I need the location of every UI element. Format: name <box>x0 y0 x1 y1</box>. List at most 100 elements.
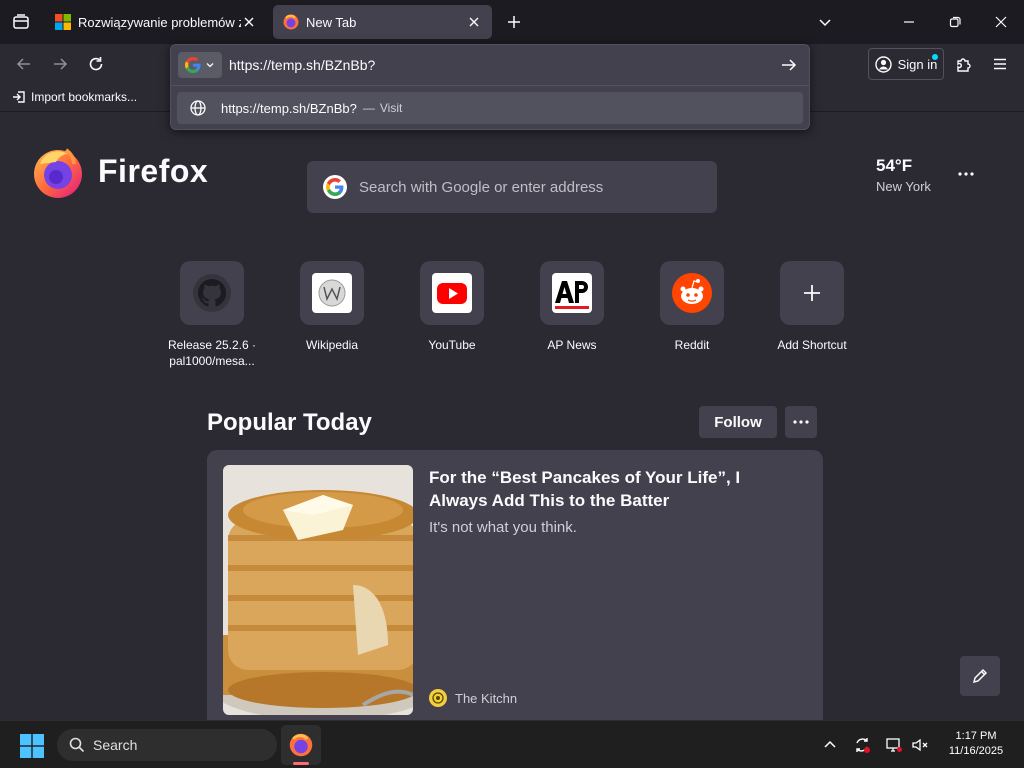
firefox-icon <box>283 14 299 30</box>
taskbar-search[interactable]: Search <box>57 729 277 761</box>
globe-icon <box>190 100 206 116</box>
suggestion-action: Visit <box>379 101 403 115</box>
firefox-wordmark: Firefox <box>98 153 209 189</box>
tab-troubleshooting[interactable]: Rozwiązywanie problemów z dź <box>45 5 267 39</box>
taskbar: Search 1:17 PM 11/16/2025 <box>0 720 1024 768</box>
extensions-button[interactable] <box>950 50 978 78</box>
clock-date: 11/16/2025 <box>948 745 1004 757</box>
sign-in-button[interactable]: Sign in <box>868 48 944 80</box>
shortcut-label: Release 25.2.6 · pal1000/mesa... <box>167 338 257 368</box>
import-bookmarks-label: Import bookmarks... <box>31 90 138 104</box>
hamburger-icon <box>994 58 1006 70</box>
story-thumbnail <box>223 465 413 715</box>
reload-button[interactable] <box>82 50 110 78</box>
search-input[interactable] <box>359 178 699 196</box>
reddit-icon <box>672 273 712 313</box>
import-icon <box>13 91 25 103</box>
story-card[interactable]: For the “Best Pancakes of Your Life”, I … <box>207 450 823 740</box>
go-button[interactable] <box>777 53 801 77</box>
puzzle-icon <box>957 58 971 72</box>
more-horizontal-icon <box>793 420 809 424</box>
reload-icon <box>89 57 103 71</box>
shortcut-wikipedia[interactable]: Wikipedia <box>272 261 392 353</box>
minimize-button[interactable] <box>886 0 932 44</box>
firefox-view-button[interactable] <box>0 0 42 44</box>
microsoft-icon <box>55 14 71 30</box>
weather-temperature: 54°F <box>876 156 913 175</box>
sync-icon <box>856 738 870 753</box>
story-source-name: The Kitchn <box>455 690 518 706</box>
shortcut-label: AP News <box>547 338 597 352</box>
add-shortcut-button[interactable]: Add Shortcut <box>752 261 872 353</box>
taskbar-search-label: Search <box>93 737 138 753</box>
newtab-search-box[interactable] <box>307 161 717 213</box>
restore-icon <box>949 16 961 28</box>
shortcut-reddit[interactable]: Reddit <box>632 261 752 353</box>
youtube-icon <box>432 273 472 313</box>
shortcut-tile <box>180 261 244 325</box>
search-engine-button[interactable] <box>178 52 222 78</box>
volume-muted-icon <box>912 738 928 752</box>
firefox-view-icon <box>13 14 29 29</box>
shortcut-label: YouTube <box>428 338 476 352</box>
tray-network-button[interactable] <box>884 735 904 755</box>
clock-time: 1:17 PM <box>955 730 997 742</box>
section-menu-button[interactable] <box>785 406 817 438</box>
running-indicator <box>293 762 309 765</box>
wikipedia-icon <box>312 273 352 313</box>
list-all-tabs-button[interactable] <box>802 0 848 44</box>
divider <box>171 85 809 86</box>
story-headline[interactable]: For the “Best Pancakes of Your Life”, I … <box>429 466 799 512</box>
plus-icon <box>804 285 820 301</box>
shortcut-tile <box>660 261 724 325</box>
tab-title: Rozwiązywanie problemów z dź <box>78 14 241 30</box>
back-button[interactable] <box>10 50 38 78</box>
section-title: Popular Today <box>207 409 372 436</box>
search-icon <box>69 737 85 753</box>
forward-button[interactable] <box>46 50 74 78</box>
suggestion-url: https://temp.sh/BZnBb? <box>221 100 357 116</box>
restore-button[interactable] <box>932 0 978 44</box>
weather-menu-button[interactable] <box>952 160 980 188</box>
tray-overflow-button[interactable] <box>820 735 840 755</box>
shortcut-youtube[interactable]: YouTube <box>392 261 512 353</box>
customize-button[interactable] <box>960 656 1000 696</box>
chevron-down-icon <box>819 19 831 27</box>
story-source: The Kitchn <box>429 689 517 707</box>
weather-widget[interactable]: 54°F New York <box>876 156 931 194</box>
story-excerpt: It's not what you think. <box>429 519 577 536</box>
plus-icon <box>508 16 520 28</box>
notification-dot <box>932 54 938 60</box>
tab-new-tab[interactable]: New Tab <box>273 5 492 39</box>
firefox-logo-icon <box>34 148 82 198</box>
tab-close-button[interactable] <box>466 14 482 30</box>
tray-sync-button[interactable] <box>852 735 872 755</box>
more-horizontal-icon <box>958 172 974 176</box>
shortcut-ap-news[interactable]: AP News <box>512 261 632 353</box>
firefox-icon <box>289 733 313 757</box>
url-suggestion-row[interactable]: https://temp.sh/BZnBb? — Visit <box>177 92 803 124</box>
shortcut-label: Add Shortcut <box>777 338 847 352</box>
shortcut-github[interactable]: Release 25.2.6 · pal1000/mesa... <box>152 261 272 369</box>
close-icon <box>244 17 254 27</box>
taskbar-firefox-button[interactable] <box>281 725 321 765</box>
follow-button[interactable]: Follow <box>699 406 777 438</box>
import-bookmarks-button[interactable]: Import bookmarks... <box>12 90 137 104</box>
app-menu-button[interactable] <box>986 50 1014 78</box>
shortcut-label: Reddit <box>674 338 710 352</box>
the-kitchn-logo-icon <box>429 689 447 707</box>
network-icon <box>886 738 902 752</box>
taskbar-clock[interactable]: 1:17 PM 11/16/2025 <box>938 729 1014 759</box>
chevron-down-icon <box>206 63 214 68</box>
pencil-icon <box>972 668 988 684</box>
windows-start-icon[interactable] <box>20 734 44 758</box>
url-input[interactable]: https://temp.sh/BZnBb? <box>229 57 375 73</box>
arrow-left-icon <box>16 58 30 70</box>
shortcut-tile <box>420 261 484 325</box>
chevron-up-icon <box>824 740 836 748</box>
new-tab-button[interactable] <box>500 8 528 36</box>
tab-close-button[interactable] <box>241 14 257 30</box>
tray-volume-button[interactable] <box>910 735 930 755</box>
close-window-button[interactable] <box>978 0 1024 44</box>
account-icon <box>874 55 892 73</box>
